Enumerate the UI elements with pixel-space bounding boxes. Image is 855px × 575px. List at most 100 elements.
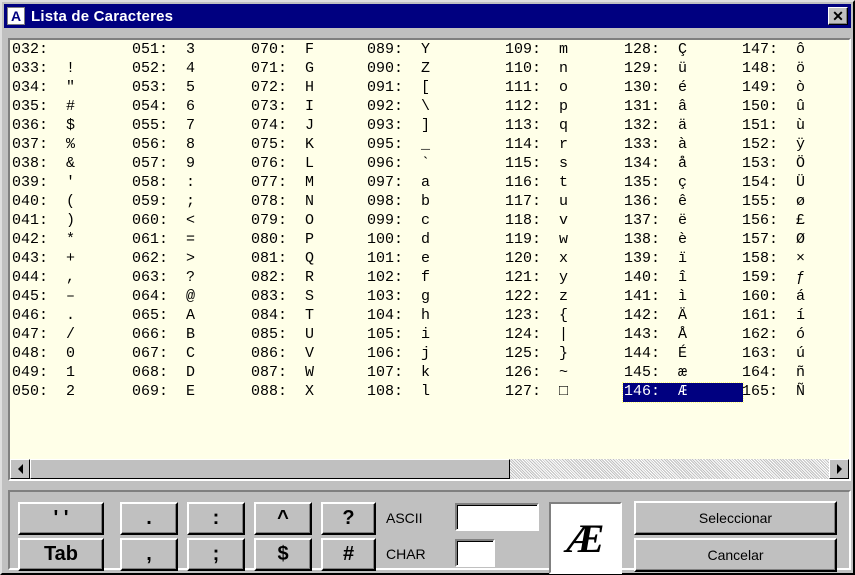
character-item[interactable]: 101: e — [366, 250, 486, 269]
character-item[interactable]: 128: Ç — [623, 41, 743, 60]
character-item[interactable]: 064: @ — [131, 288, 251, 307]
character-item[interactable]: 163: ú — [741, 345, 848, 364]
character-item[interactable]: 054: 6 — [131, 98, 251, 117]
character-item[interactable]: 135: ç — [623, 174, 743, 193]
character-item[interactable]: 047: / — [11, 326, 131, 345]
character-item[interactable]: 097: a — [366, 174, 486, 193]
character-item[interactable]: 099: c — [366, 212, 486, 231]
character-item[interactable]: 129: ü — [623, 60, 743, 79]
character-item[interactable]: 136: ê — [623, 193, 743, 212]
character-item[interactable]: 113: q — [504, 117, 624, 136]
character-item[interactable]: 147: ô — [741, 41, 848, 60]
character-item[interactable]: 051: 3 — [131, 41, 251, 60]
character-item[interactable]: 084: T — [250, 307, 370, 326]
character-item[interactable]: 057: 9 — [131, 155, 251, 174]
ascii-field[interactable] — [455, 503, 539, 531]
character-item[interactable]: 046: . — [11, 307, 131, 326]
quick-period-button[interactable]: . — [120, 502, 178, 535]
character-item[interactable]: 053: 5 — [131, 79, 251, 98]
character-item[interactable]: 055: 7 — [131, 117, 251, 136]
title-bar[interactable]: A Lista de Caracteres ✕ — [4, 4, 851, 28]
character-item[interactable]: 126: ~ — [504, 364, 624, 383]
character-item[interactable]: 067: C — [131, 345, 251, 364]
character-item[interactable]: 144: É — [623, 345, 743, 364]
character-item[interactable]: 134: å — [623, 155, 743, 174]
character-item[interactable]: 107: k — [366, 364, 486, 383]
horizontal-scrollbar[interactable] — [10, 459, 849, 479]
character-item[interactable]: 161: í — [741, 307, 848, 326]
quick-hash-button[interactable]: # — [321, 538, 376, 571]
character-item[interactable]: 059: ; — [131, 193, 251, 212]
character-item[interactable]: 105: i — [366, 326, 486, 345]
character-item[interactable]: 118: v — [504, 212, 624, 231]
quick-tab-button[interactable]: Tab — [18, 538, 104, 571]
character-item[interactable]: 116: t — [504, 174, 624, 193]
character-item[interactable]: 132: ä — [623, 117, 743, 136]
scroll-left-button[interactable] — [10, 459, 30, 479]
character-item[interactable]: 146: Æ — [622, 382, 744, 403]
character-item[interactable]: 077: M — [250, 174, 370, 193]
character-item[interactable]: 042: * — [11, 231, 131, 250]
character-item[interactable]: 044: , — [11, 269, 131, 288]
character-item[interactable]: 095: _ — [366, 136, 486, 155]
character-item[interactable]: 160: á — [741, 288, 848, 307]
character-item[interactable]: 109: m — [504, 41, 624, 60]
character-item[interactable]: 145: æ — [623, 364, 743, 383]
character-item[interactable]: 103: g — [366, 288, 486, 307]
character-item[interactable]: 081: Q — [250, 250, 370, 269]
character-item[interactable]: 157: Ø — [741, 231, 848, 250]
character-item[interactable]: 045: – — [11, 288, 131, 307]
character-item[interactable]: 151: ù — [741, 117, 848, 136]
character-item[interactable]: 079: O — [250, 212, 370, 231]
character-item[interactable]: 090: Z — [366, 60, 486, 79]
character-item[interactable]: 076: L — [250, 155, 370, 174]
character-item[interactable]: 034: " — [11, 79, 131, 98]
character-item[interactable]: 141: ì — [623, 288, 743, 307]
character-item[interactable]: 087: W — [250, 364, 370, 383]
character-item[interactable]: 108: l — [366, 383, 486, 402]
character-item[interactable]: 112: p — [504, 98, 624, 117]
character-item[interactable]: 074: J — [250, 117, 370, 136]
character-item[interactable]: 142: Ä — [623, 307, 743, 326]
character-item[interactable]: 140: î — [623, 269, 743, 288]
character-item[interactable]: 066: B — [131, 326, 251, 345]
character-item[interactable]: 120: x — [504, 250, 624, 269]
character-item[interactable]: 114: r — [504, 136, 624, 155]
quick-semicolon-button[interactable]: ; — [187, 538, 245, 571]
character-item[interactable]: 158: × — [741, 250, 848, 269]
character-item[interactable]: 061: = — [131, 231, 251, 250]
character-item[interactable]: 155: ø — [741, 193, 848, 212]
character-item[interactable]: 153: Ö — [741, 155, 848, 174]
character-item[interactable]: 058: : — [131, 174, 251, 193]
character-item[interactable]: 032: — [11, 41, 131, 60]
character-item[interactable]: 056: 8 — [131, 136, 251, 155]
scroll-right-button[interactable] — [829, 459, 849, 479]
character-item[interactable]: 086: V — [250, 345, 370, 364]
character-item[interactable]: 131: â — [623, 98, 743, 117]
character-item[interactable]: 089: Y — [366, 41, 486, 60]
character-item[interactable]: 152: ÿ — [741, 136, 848, 155]
character-item[interactable]: 110: n — [504, 60, 624, 79]
character-item[interactable]: 063: ? — [131, 269, 251, 288]
character-item[interactable]: 115: s — [504, 155, 624, 174]
character-item[interactable]: 080: P — [250, 231, 370, 250]
quick-space-button[interactable]: ' ' — [18, 502, 104, 535]
cancel-button[interactable]: Cancelar — [634, 538, 837, 572]
quick-colon-button[interactable]: : — [187, 502, 245, 535]
character-item[interactable]: 156: £ — [741, 212, 848, 231]
character-item[interactable]: 091: [ — [366, 79, 486, 98]
character-item[interactable]: 117: u — [504, 193, 624, 212]
character-item[interactable]: 036: $ — [11, 117, 131, 136]
character-item[interactable]: 122: z — [504, 288, 624, 307]
character-item[interactable]: 150: û — [741, 98, 848, 117]
char-field[interactable] — [455, 539, 495, 567]
character-item[interactable]: 073: I — [250, 98, 370, 117]
character-item[interactable]: 102: f — [366, 269, 486, 288]
character-item[interactable]: 104: h — [366, 307, 486, 326]
character-item[interactable]: 138: è — [623, 231, 743, 250]
character-item[interactable]: 033: ! — [11, 60, 131, 79]
character-item[interactable]: 133: à — [623, 136, 743, 155]
character-item[interactable]: 139: ï — [623, 250, 743, 269]
character-item[interactable]: 119: w — [504, 231, 624, 250]
character-item[interactable]: 148: ö — [741, 60, 848, 79]
